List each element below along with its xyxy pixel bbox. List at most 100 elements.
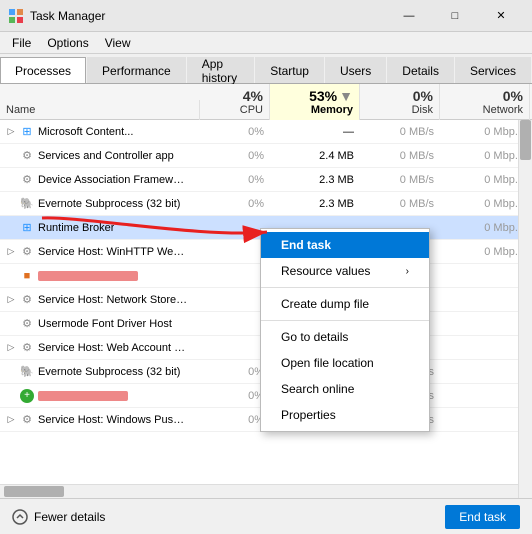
maximize-button[interactable]: □ <box>432 0 478 32</box>
redacted-name <box>38 391 128 401</box>
runtime-icon: ⊞ <box>20 221 34 235</box>
net-val: 0 Mbp... <box>440 124 530 140</box>
process-name: ⚙ Services and Controller app <box>0 147 200 165</box>
ctx-separator <box>261 320 429 321</box>
net-val <box>440 418 530 422</box>
table-row[interactable]: ▷ ⊞ Microsoft Content... 0% — 0 MB/s 0 M… <box>0 120 532 144</box>
window-controls: — □ ✕ <box>386 0 524 32</box>
ctx-search-online[interactable]: Search online <box>261 376 429 402</box>
expand-icon[interactable]: ▷ <box>6 343 16 353</box>
column-headers: Name 4% CPU 53%▼ Memory 0% Disk 0% Netwo… <box>0 84 532 120</box>
title-bar: Task Manager — □ ✕ <box>0 0 532 32</box>
tab-processes[interactable]: Processes <box>0 57 86 83</box>
net-val: 0 Mbp... <box>440 196 530 212</box>
net-val <box>440 298 530 302</box>
expand-icon[interactable] <box>6 199 16 209</box>
submenu-arrow: › <box>406 266 409 277</box>
evernote-icon: 🐘 <box>20 197 34 211</box>
expand-icon[interactable] <box>6 223 16 233</box>
expand-icon[interactable]: ▷ <box>6 295 16 305</box>
ctx-create-dump[interactable]: Create dump file <box>261 291 429 317</box>
tab-app-history[interactable]: App history <box>187 57 255 83</box>
net-val: 0 Mbp... <box>440 148 530 164</box>
plus-icon: + <box>20 389 34 403</box>
expand-icon[interactable] <box>6 175 16 185</box>
end-task-button[interactable]: End task <box>445 505 520 529</box>
table-row[interactable]: 🐘 Evernote Subprocess (32 bit) 0% 2.3 MB… <box>0 192 532 216</box>
redacted-name <box>38 271 138 281</box>
cpu-val: 0% <box>200 172 270 188</box>
tab-users[interactable]: Users <box>325 57 386 83</box>
ctx-open-file-location[interactable]: Open file location <box>261 350 429 376</box>
vertical-scrollbar[interactable] <box>518 120 532 498</box>
process-name: 🐘 Evernote Subprocess (32 bit) <box>0 195 200 213</box>
ctx-end-task[interactable]: End task <box>261 232 429 258</box>
tab-performance[interactable]: Performance <box>87 57 186 83</box>
process-name: + <box>0 387 200 405</box>
bottom-bar: Fewer details End task <box>0 498 532 534</box>
expand-icon[interactable]: ▷ <box>6 127 16 137</box>
service-icon: ⚙ <box>20 173 34 187</box>
col-cpu[interactable]: 4% CPU <box>200 84 270 120</box>
service-icon: ⚙ <box>20 293 34 307</box>
expand-icon[interactable]: ▷ <box>6 415 16 425</box>
col-name[interactable]: Name <box>0 100 200 120</box>
process-name: 🐘 Evernote Subprocess (32 bit) <box>0 363 200 381</box>
net-val <box>440 370 530 374</box>
ctx-go-to-details[interactable]: Go to details <box>261 324 429 350</box>
fewer-details-label: Fewer details <box>34 510 105 524</box>
tab-startup[interactable]: Startup <box>255 57 324 83</box>
net-val <box>440 394 530 398</box>
disk-val: 0 MB/s <box>360 172 440 188</box>
net-val: 0 Mbp... <box>440 244 530 260</box>
cpu-val: 0% <box>200 148 270 164</box>
process-table: ▷ ⊞ Microsoft Content... 0% — 0 MB/s 0 M… <box>0 120 532 498</box>
process-name: ▷ ⊞ Microsoft Content... <box>0 123 200 141</box>
horizontal-scrollbar[interactable] <box>0 484 518 498</box>
net-val <box>440 322 530 326</box>
expand-icon[interactable] <box>6 319 16 329</box>
mem-val: — <box>270 124 360 140</box>
menu-bar: File Options View <box>0 32 532 54</box>
tab-services[interactable]: Services <box>455 57 531 83</box>
scrollbar-h-thumb[interactable] <box>4 486 64 497</box>
close-button[interactable]: ✕ <box>478 0 524 32</box>
fewer-details-button[interactable]: Fewer details <box>12 509 105 525</box>
col-network[interactable]: 0% Network <box>440 84 530 120</box>
expand-icon[interactable] <box>6 271 16 281</box>
expand-icon[interactable]: ▷ <box>6 247 16 257</box>
expand-icon[interactable] <box>6 367 16 377</box>
evernote-icon: 🐘 <box>20 365 34 379</box>
col-disk[interactable]: 0% Disk <box>360 84 440 120</box>
ctx-properties[interactable]: Properties <box>261 402 429 428</box>
window-title: Task Manager <box>30 9 386 23</box>
cpu-val: 0% <box>200 124 270 140</box>
table-row[interactable]: ⚙ Device Association Framework ... 0% 2.… <box>0 168 532 192</box>
net-val <box>440 346 530 350</box>
service-icon: ⚙ <box>20 245 34 259</box>
disk-val: 0 MB/s <box>360 196 440 212</box>
process-name: ▷ ⚙ Service Host: Network Store Int... <box>0 291 200 309</box>
process-name: ⊞ Runtime Broker <box>0 219 200 237</box>
table-row[interactable]: ⚙ Services and Controller app 0% 2.4 MB … <box>0 144 532 168</box>
process-name: ▷ ⚙ Service Host: Windows Push No... <box>0 411 200 429</box>
scrollbar-thumb[interactable] <box>520 120 531 160</box>
tab-details[interactable]: Details <box>387 57 454 83</box>
mem-val: 2.3 MB <box>270 172 360 188</box>
window-icon: ⊞ <box>20 125 34 139</box>
mem-val: 2.4 MB <box>270 148 360 164</box>
process-name: ⚙ Device Association Framework ... <box>0 171 200 189</box>
menu-view[interactable]: View <box>97 34 139 52</box>
minimize-button[interactable]: — <box>386 0 432 32</box>
app-icon <box>8 8 24 24</box>
net-val: 0 Mbp... <box>440 172 530 188</box>
ctx-separator <box>261 287 429 288</box>
expand-icon[interactable] <box>6 151 16 161</box>
menu-file[interactable]: File <box>4 34 39 52</box>
col-memory[interactable]: 53%▼ Memory <box>270 84 360 120</box>
ctx-resource-values[interactable]: Resource values › <box>261 258 429 284</box>
menu-options[interactable]: Options <box>39 34 96 52</box>
process-name: ⚙ Usermode Font Driver Host <box>0 315 200 333</box>
expand-icon[interactable] <box>6 391 16 401</box>
cpu-val: 0% <box>200 196 270 212</box>
